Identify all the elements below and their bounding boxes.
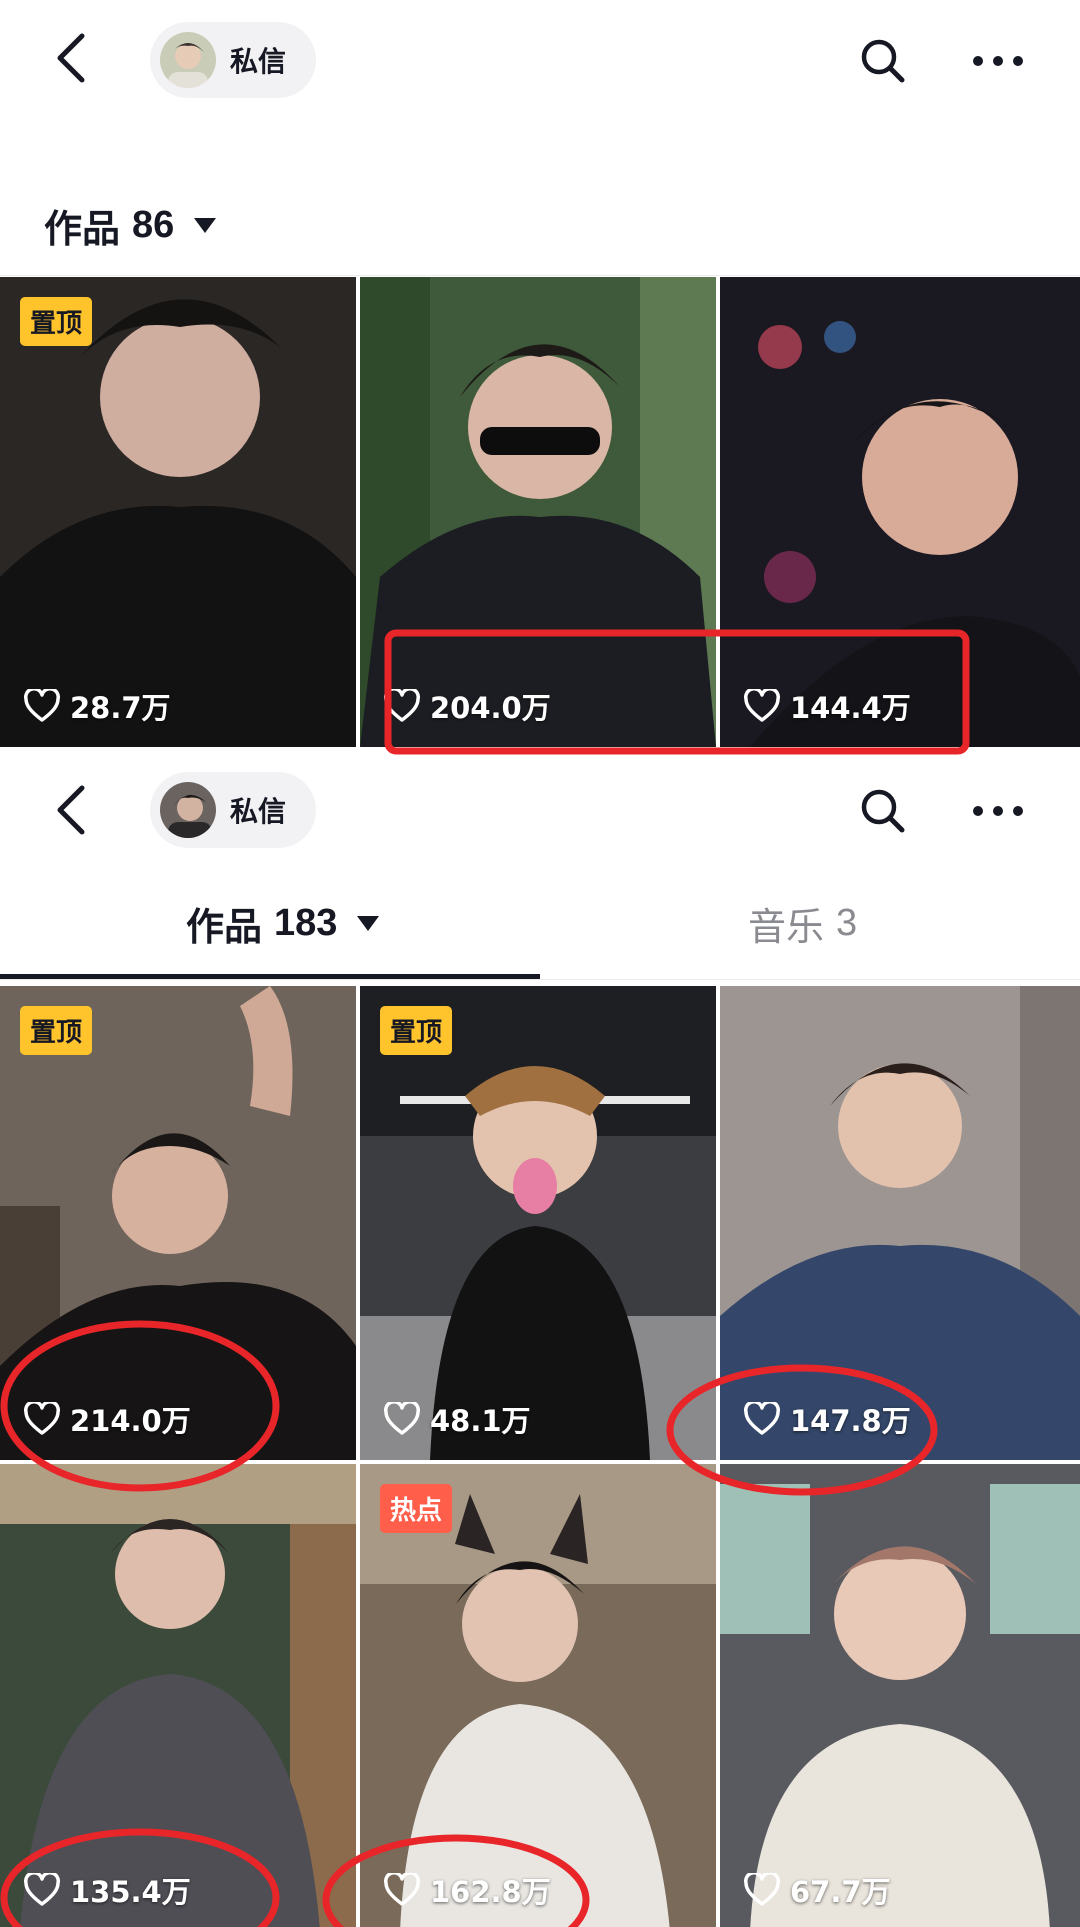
message-label: 私信 (230, 795, 287, 828)
like-count: 28.7万 (24, 685, 171, 727)
heart-icon (24, 1873, 60, 1906)
dropdown-caret-icon (194, 218, 217, 233)
like-count-value: 135.4万 (70, 1875, 191, 1909)
message-button[interactable]: 私信 (150, 772, 316, 848)
more-icon[interactable] (970, 36, 1026, 86)
heart-icon (384, 1873, 420, 1906)
video-tile[interactable]: 67.7万 (720, 1464, 1080, 1927)
video-thumbnail (360, 277, 716, 747)
back-arrow-icon[interactable] (52, 782, 92, 838)
tab-music-label: 音乐 (748, 905, 825, 949)
tab-music[interactable]: 音乐 3 (748, 896, 857, 951)
avatar (160, 782, 216, 838)
tab-works-label: 作品 (186, 905, 263, 949)
works-tab-bar-2: 作品 183 音乐 3 (0, 876, 1080, 980)
video-thumbnail (0, 277, 356, 747)
video-thumbnail (0, 1464, 356, 1927)
like-count: 204.0万 (384, 685, 551, 727)
like-count: 67.7万 (744, 1869, 891, 1911)
video-tile[interactable]: 置顶 48.1万 (360, 986, 716, 1460)
like-count: 135.4万 (24, 1869, 191, 1911)
video-grid-1: 置顶 28.7万 204.0万 144.4万 (0, 277, 1080, 747)
video-tile[interactable]: 置顶 28.7万 (0, 277, 356, 747)
like-count: 162.8万 (384, 1869, 551, 1911)
pinned-badge: 置顶 (20, 1006, 93, 1055)
tab-works-label: 作品 (44, 207, 121, 251)
video-tile[interactable]: 147.8万 (720, 986, 1080, 1460)
like-count: 214.0万 (24, 1398, 191, 1440)
like-count-value: 204.0万 (430, 691, 551, 725)
like-count-value: 28.7万 (70, 691, 171, 725)
more-icon[interactable] (970, 786, 1026, 836)
heart-icon (384, 689, 420, 722)
message-label: 私信 (230, 45, 287, 78)
heart-icon (24, 1402, 60, 1435)
tab-music-count: 3 (836, 902, 858, 944)
pinned-badge: 置顶 (380, 1006, 453, 1055)
video-tile[interactable]: 144.4万 (720, 277, 1080, 747)
like-count: 48.1万 (384, 1398, 531, 1440)
like-count-value: 162.8万 (430, 1875, 551, 1909)
video-tile[interactable]: 135.4万 (0, 1464, 356, 1927)
avatar (160, 32, 216, 88)
video-tile[interactable]: 热点 162.8万 (360, 1464, 716, 1927)
like-count-value: 214.0万 (70, 1404, 191, 1438)
back-arrow-icon[interactable] (52, 30, 92, 86)
video-thumbnail (360, 1464, 716, 1927)
video-thumbnail (0, 986, 356, 1460)
like-count: 147.8万 (744, 1398, 911, 1440)
video-tile[interactable]: 置顶 214.0万 (0, 986, 356, 1460)
like-count-value: 144.4万 (790, 691, 911, 725)
video-grid-2: 置顶 214.0万 置顶 48.1万 147.8万 135.4万 热点 162.… (0, 986, 1080, 1927)
message-button[interactable]: 私信 (150, 22, 316, 98)
works-tab-bar-1: 作品 86 (0, 180, 1080, 276)
tab-works[interactable]: 作品 183 (186, 896, 380, 951)
trending-badge: 热点 (380, 1484, 453, 1533)
like-count-value: 67.7万 (790, 1875, 891, 1909)
video-thumbnail (360, 986, 716, 1460)
heart-icon (744, 689, 780, 722)
tab-works[interactable]: 作品 86 (44, 198, 217, 253)
video-tile[interactable]: 204.0万 (360, 277, 716, 747)
heart-icon (384, 1402, 420, 1435)
video-thumbnail (720, 1464, 1080, 1927)
like-count-value: 147.8万 (790, 1404, 911, 1438)
video-thumbnail (720, 986, 1080, 1460)
top-bar-2: 私信 (0, 752, 1080, 872)
like-count-value: 48.1万 (430, 1404, 531, 1438)
search-icon[interactable] (858, 36, 908, 86)
tab-works-count: 86 (132, 204, 175, 246)
dropdown-caret-icon (357, 916, 380, 931)
active-tab-indicator (0, 974, 540, 979)
tab-works-count: 183 (274, 902, 338, 944)
heart-icon (744, 1402, 780, 1435)
video-thumbnail (720, 277, 1080, 747)
pinned-badge: 置顶 (20, 297, 93, 346)
heart-icon (24, 689, 60, 722)
search-icon[interactable] (858, 786, 908, 836)
like-count: 144.4万 (744, 685, 911, 727)
heart-icon (744, 1873, 780, 1906)
top-bar-1: 私信 (0, 0, 1080, 120)
